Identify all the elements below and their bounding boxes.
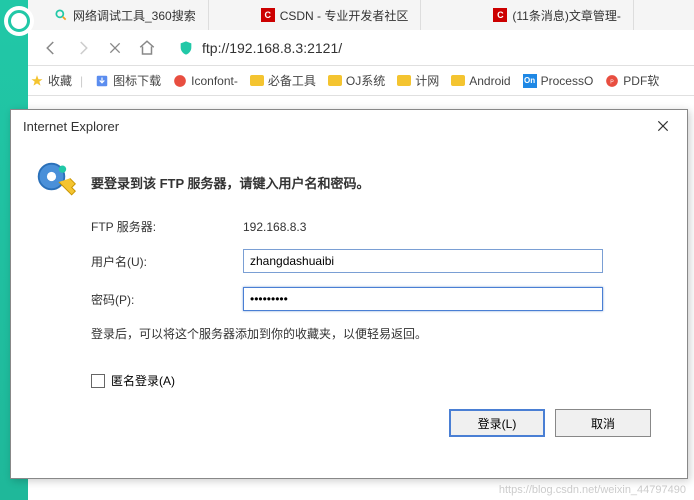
svg-text:P: P bbox=[611, 79, 615, 85]
home-button[interactable] bbox=[138, 39, 156, 57]
username-input[interactable] bbox=[243, 249, 603, 273]
password-label: 密码(P): bbox=[91, 291, 243, 308]
dialog-title-text: Internet Explorer bbox=[23, 119, 119, 134]
bookmark-item[interactable]: 图标下载 bbox=[95, 72, 161, 89]
cancel-button[interactable]: 取消 bbox=[555, 409, 651, 437]
password-input[interactable] bbox=[243, 287, 603, 311]
shield-icon bbox=[178, 40, 194, 56]
dialog-heading: 要登录到该 FTP 服务器，请键入用户名和密码。 bbox=[91, 173, 370, 192]
folder-icon bbox=[250, 75, 264, 86]
csdn-icon: C bbox=[493, 8, 507, 22]
folder-icon bbox=[397, 75, 411, 86]
bm-label: PDF软 bbox=[623, 72, 659, 89]
bm-label: Android bbox=[469, 74, 510, 88]
favorites-button[interactable]: 收藏 | bbox=[30, 72, 83, 89]
processon-icon: On bbox=[523, 74, 537, 88]
tab-label: 网络调试工具_360搜索 bbox=[73, 7, 196, 24]
anonymous-label: 匿名登录(A) bbox=[111, 372, 175, 389]
bookmark-bar: 收藏 | 图标下载 Iconfont- 必备工具 OJ系统 计网 Android… bbox=[0, 66, 694, 96]
browser-logo bbox=[4, 6, 34, 36]
bm-label: Iconfont- bbox=[191, 74, 238, 88]
back-button[interactable] bbox=[42, 39, 60, 57]
bookmark-item[interactable]: On ProcessO bbox=[523, 74, 594, 88]
fav-label: 收藏 bbox=[48, 72, 72, 89]
close-button[interactable] bbox=[651, 114, 675, 138]
watermark: https://blog.csdn.net/weixin_44797490 bbox=[499, 484, 686, 496]
tab-item[interactable]: 网络调试工具_360搜索 bbox=[42, 0, 209, 30]
star-icon bbox=[30, 74, 44, 88]
iconfont-icon bbox=[173, 74, 187, 88]
bm-label: 必备工具 bbox=[268, 72, 316, 89]
username-label: 用户名(U): bbox=[91, 253, 243, 270]
bookmark-item[interactable]: 计网 bbox=[397, 72, 439, 89]
server-value: 192.168.8.3 bbox=[243, 220, 306, 234]
download-icon bbox=[95, 74, 109, 88]
close-icon bbox=[656, 119, 670, 133]
tab-label: (11条消息)文章管理- bbox=[512, 7, 620, 24]
url-bar[interactable]: ftp://192.168.8.3:2121/ bbox=[178, 40, 342, 56]
bookmark-item[interactable]: Android bbox=[451, 74, 510, 88]
csdn-icon: C bbox=[261, 8, 275, 22]
forward-button[interactable] bbox=[74, 39, 92, 57]
tab-item[interactable]: C CSDN - 专业开发者社区 bbox=[249, 0, 422, 30]
nav-bar: ftp://192.168.8.3:2121/ bbox=[0, 30, 694, 66]
bookmark-item[interactable]: OJ系统 bbox=[328, 72, 385, 89]
separator: | bbox=[80, 74, 83, 88]
bookmark-item[interactable]: Iconfont- bbox=[173, 74, 238, 88]
pdf-icon: P bbox=[605, 74, 619, 88]
server-label: FTP 服务器: bbox=[91, 218, 243, 235]
bm-label: ProcessO bbox=[541, 74, 594, 88]
bookmark-item[interactable]: 必备工具 bbox=[250, 72, 316, 89]
key-icon bbox=[35, 160, 79, 204]
url-text: ftp://192.168.8.3:2121/ bbox=[202, 40, 342, 56]
dialog-titlebar: Internet Explorer bbox=[11, 110, 687, 142]
bm-label: OJ系统 bbox=[346, 72, 385, 89]
folder-icon bbox=[451, 75, 465, 86]
anonymous-checkbox[interactable] bbox=[91, 374, 105, 388]
tab-bar: 网络调试工具_360搜索 C CSDN - 专业开发者社区 C (11条消息)文… bbox=[0, 0, 694, 30]
login-button[interactable]: 登录(L) bbox=[449, 409, 545, 437]
ftp-login-dialog: Internet Explorer 要登录到该 FTP 服务器，请键入用户名和密… bbox=[10, 109, 688, 479]
search-icon bbox=[54, 8, 68, 22]
folder-icon bbox=[328, 75, 342, 86]
info-text: 登录后，可以将这个服务器添加到你的收藏夹，以便轻易返回。 bbox=[91, 325, 657, 342]
bookmark-item[interactable]: P PDF软 bbox=[605, 72, 659, 89]
bm-label: 计网 bbox=[415, 72, 439, 89]
tab-label: CSDN - 专业开发者社区 bbox=[280, 7, 409, 24]
bm-label: 图标下载 bbox=[113, 72, 161, 89]
tab-item[interactable]: C (11条消息)文章管理- bbox=[481, 0, 633, 30]
stop-button[interactable] bbox=[106, 39, 124, 57]
